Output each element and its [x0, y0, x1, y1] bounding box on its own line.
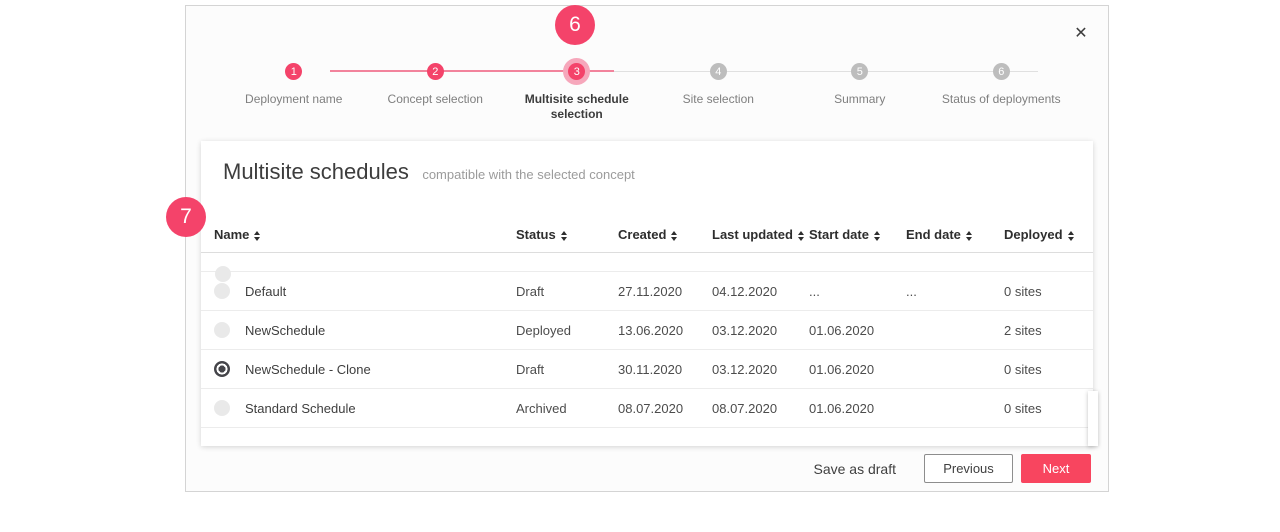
- column-header-status[interactable]: Status: [516, 227, 618, 252]
- cell-name: Standard Schedule: [245, 400, 356, 416]
- column-label: End date: [906, 227, 961, 242]
- cell-deployed: 2 sites: [1004, 322, 1042, 338]
- table-row-default[interactable]: Default Draft 27.11.2020 04.12.2020 ... …: [201, 272, 1093, 311]
- cell-last-updated: 04.12.2020: [712, 283, 778, 299]
- radio-button[interactable]: [214, 322, 230, 338]
- column-header-created[interactable]: Created: [618, 227, 712, 252]
- sort-icon: [560, 231, 567, 241]
- cell-status: Deployed: [516, 322, 571, 338]
- column-header-last-updated[interactable]: Last updated: [712, 227, 809, 252]
- page-subtitle: compatible with the selected concept: [422, 167, 635, 182]
- sort-icon: [965, 231, 972, 241]
- column-label: Name: [214, 227, 250, 242]
- step-label: Concept selection: [387, 92, 483, 106]
- close-icon: ✕: [1074, 25, 1088, 42]
- cell-created: 30.11.2020: [618, 361, 683, 377]
- multisite-schedules-card: Multisite schedules compatible with the …: [201, 141, 1098, 446]
- column-header-end-date[interactable]: End date: [906, 227, 1004, 252]
- save-as-draft-button[interactable]: Save as draft: [814, 461, 897, 477]
- step-number-circle: 1: [285, 63, 303, 80]
- cell-name: NewSchedule - Clone: [245, 361, 371, 377]
- deployment-wizard-modal: ✕ 1 Deployment name 2 Concept selection …: [185, 5, 1109, 492]
- cell-end-date: ...: [906, 283, 917, 299]
- cell-last-updated: 03.12.2020: [712, 322, 778, 338]
- cell-created: 27.11.2020: [618, 283, 683, 299]
- step-number-circle: 3: [568, 63, 586, 80]
- cell-deployed: 0 sites: [1004, 400, 1042, 416]
- table-header-row: Name Status Created Last updated Start d…: [201, 227, 1093, 253]
- scrollbar[interactable]: [1088, 391, 1098, 446]
- column-header-name[interactable]: Name: [214, 227, 516, 252]
- cell-status: Archived: [516, 400, 567, 416]
- step-label: Deployment name: [245, 92, 343, 106]
- cell-start-date: 01.06.2020: [809, 400, 875, 416]
- step-number-circle: 2: [426, 63, 444, 80]
- radio-button[interactable]: [214, 361, 230, 377]
- step-number-circle: 5: [851, 63, 869, 80]
- stepper-step-multisite-schedule-selection[interactable]: 3 Multisite schedule selection: [506, 63, 648, 122]
- table-row-partially-scrolled[interactable]: [201, 253, 1093, 282]
- cell-start-date: 01.06.2020: [809, 322, 875, 338]
- sort-icon: [797, 231, 804, 241]
- close-button[interactable]: ✕: [1070, 22, 1092, 44]
- column-header-deployed[interactable]: Deployed: [1004, 227, 1093, 252]
- column-header-start-date[interactable]: Start date: [809, 227, 906, 252]
- column-label: Created: [618, 227, 667, 242]
- step-number-circle: 4: [709, 63, 727, 80]
- sort-icon: [1067, 231, 1074, 241]
- table-row-newschedule[interactable]: NewSchedule Deployed 13.06.2020 03.12.20…: [201, 311, 1093, 350]
- radio-button[interactable]: [214, 283, 230, 299]
- radio-button[interactable]: [214, 400, 230, 416]
- annotation-badge-7: 7: [166, 197, 206, 237]
- step-label: Multisite schedule selection: [524, 92, 629, 121]
- cell-name: Default: [245, 283, 287, 299]
- step-number-circle: 6: [992, 63, 1010, 80]
- step-label: Summary: [834, 92, 886, 106]
- cell-last-updated: 08.07.2020: [712, 400, 778, 416]
- sort-icon: [873, 231, 880, 241]
- cell-created: 08.07.2020: [618, 400, 684, 416]
- wizard-footer: Save as draft Previous Next: [814, 454, 1091, 483]
- stepper-step-summary[interactable]: 5 Summary: [789, 63, 931, 122]
- table-row-newschedule-clone[interactable]: NewSchedule - Clone Draft 30.11.2020 03.…: [201, 350, 1093, 389]
- sort-icon: [254, 231, 261, 241]
- stepper-step-site-selection[interactable]: 4 Site selection: [648, 63, 790, 122]
- column-label: Deployed: [1004, 227, 1063, 242]
- column-label: Status: [516, 227, 556, 242]
- stepper-step-deployment-name[interactable]: 1 Deployment name: [223, 63, 365, 122]
- cell-status: Draft: [516, 361, 545, 377]
- step-label: Site selection: [682, 92, 754, 106]
- cell-last-updated: 03.12.2020: [712, 361, 778, 377]
- annotation-badge-6: 6: [555, 5, 595, 45]
- cell-deployed: 0 sites: [1004, 361, 1042, 377]
- table-row-standard-schedule[interactable]: Standard Schedule Archived 08.07.2020 08…: [201, 389, 1093, 428]
- cell-deployed: 0 sites: [1004, 283, 1042, 299]
- stepper-step-status-of-deployments[interactable]: 6 Status of deployments: [931, 63, 1073, 122]
- cell-name: NewSchedule: [245, 322, 326, 338]
- column-label: Last updated: [712, 227, 793, 242]
- column-label: Start date: [809, 227, 869, 242]
- wizard-stepper: 1 Deployment name 2 Concept selection 3 …: [223, 63, 1072, 122]
- cell-created: 13.06.2020: [618, 322, 684, 338]
- cell-start-date: ...: [809, 283, 820, 299]
- page-title: Multisite schedules: [223, 159, 409, 184]
- stepper-step-concept-selection[interactable]: 2 Concept selection: [365, 63, 507, 122]
- schedule-list: Default Draft 27.11.2020 04.12.2020 ... …: [201, 253, 1093, 446]
- next-button[interactable]: Next: [1021, 454, 1091, 483]
- previous-button[interactable]: Previous: [924, 454, 1013, 483]
- cell-start-date: 01.06.2020: [809, 361, 875, 377]
- sort-icon: [671, 231, 678, 241]
- radio-button[interactable]: [215, 266, 231, 282]
- cell-status: Draft: [516, 283, 545, 299]
- step-label: Status of deployments: [941, 92, 1061, 106]
